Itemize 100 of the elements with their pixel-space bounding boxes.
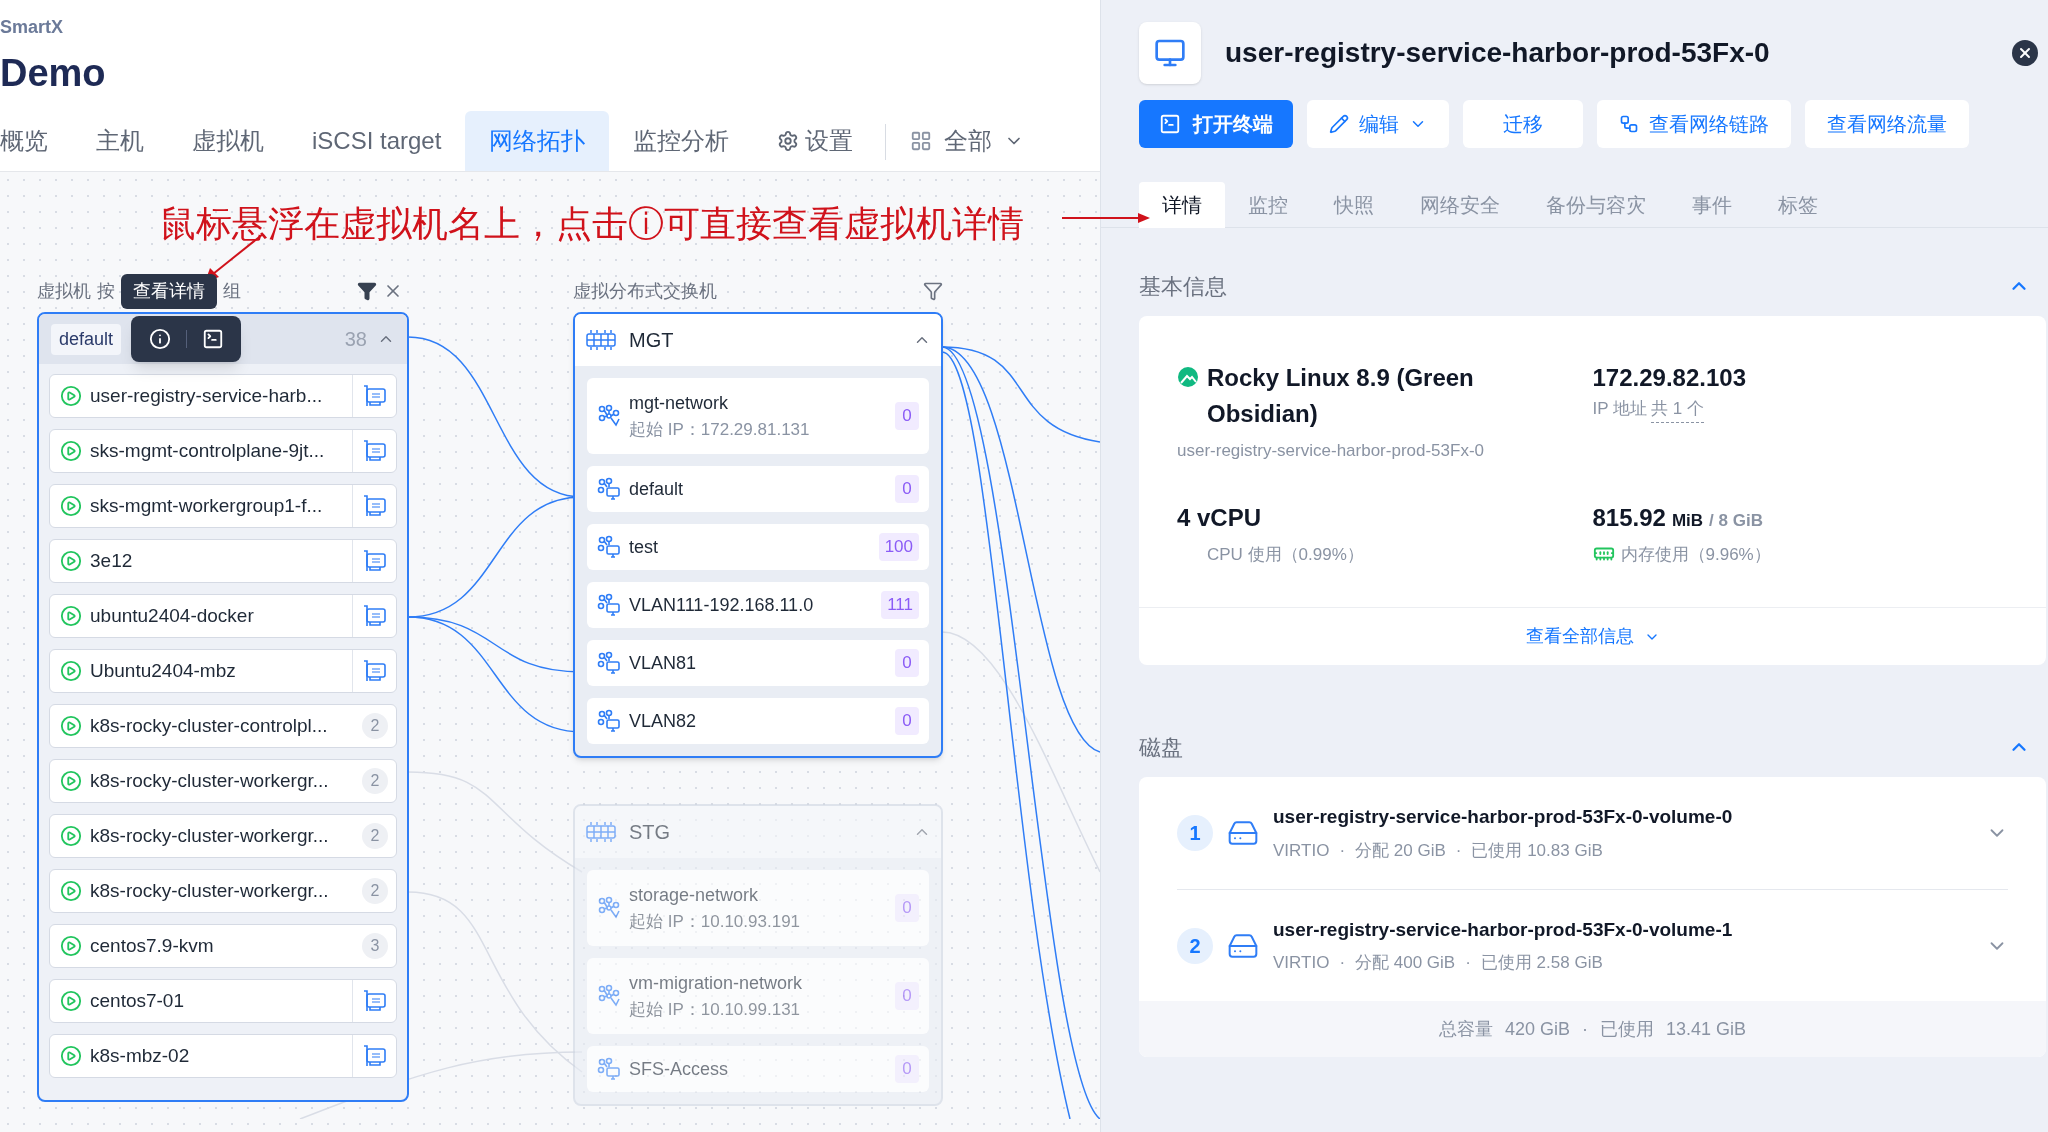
ip-address: 172.29.82.103 [1592,363,1747,393]
nic-count: 3 [362,933,388,959]
pencil-icon [1329,114,1349,134]
vm-item[interactable]: k8s-rocky-cluster-workergr... 2 [49,814,397,858]
running-icon [60,990,82,1012]
running-icon [60,495,82,517]
nav-tab[interactable]: 网络拓扑 [465,111,610,171]
vm-item[interactable]: sks-mgmt-workergroup1-f... [49,484,397,528]
page-title: Demo [0,54,107,92]
network-card-icon [361,439,388,463]
column-label: 组 [223,279,242,303]
vm-name: centos7.9-kvm [90,933,215,958]
vm-item[interactable]: k8s-rocky-cluster-controlpl... 2 [49,704,397,748]
info-icon[interactable] [148,328,171,350]
network-card-icon [361,549,388,573]
network-item[interactable]: VLAN82 0 [587,698,929,744]
action-button[interactable]: 查看网络链路 [1597,100,1791,148]
vm-item[interactable]: k8s-mbz-02 [49,1034,397,1078]
ip-count-link[interactable]: 共 1 个 [1651,396,1704,423]
vlan-count: 0 [895,894,919,922]
detail-tab[interactable]: 详情 [1139,182,1225,228]
switch-icon [585,820,617,844]
annotation-text: 鼠标悬浮在虚拟机名上，点击ⓘ可直接查看虚拟机详情 [160,206,1024,242]
network-item[interactable]: test 100 [587,524,929,570]
running-icon [60,770,82,792]
used-label: 已使用 [1600,1017,1654,1041]
open-terminal-button[interactable]: 打开终端 [1139,100,1293,148]
nic-count: 2 [362,768,388,794]
network-monitor-icon [597,535,621,559]
total-value: 420 GiB [1504,1017,1570,1041]
network-item[interactable]: VLAN111-192.168.11.0 111 [587,582,929,628]
start-ip: 起始 IP：10.10.99.131 [629,998,802,1021]
rocky-logo [1177,366,1199,388]
link-icon [1619,114,1639,134]
nav-tab[interactable]: iSCSI target [288,111,466,171]
network-item[interactable]: mgt-network 起始 IP：172.29.81.131 0 [587,378,929,454]
vlan-count: 0 [895,707,919,735]
disk-name: user-registry-service-harbor-prod-53Fx-0-volume-0 [1273,805,1734,829]
memory-unit: MiB [1671,509,1704,532]
switch-header[interactable]: STG [575,806,941,858]
scope-dropdown[interactable]: 全部 [894,111,1041,171]
separator-dot: · [1455,839,1462,862]
network-name: VLAN81 [629,651,698,675]
action-button[interactable]: 编辑 [1307,100,1449,148]
memory-total: / 8 GiB [1709,509,1763,532]
nav-tab[interactable]: 设置 [753,111,878,171]
disk-meta: 分配 20 GiB [1355,839,1446,862]
filter-icon[interactable] [357,281,377,301]
vm-title: user-registry-service-harbor-prod-53Fx-0 [1225,36,1771,70]
network-item[interactable]: default 0 [587,466,929,512]
brand-name: SmartX [0,18,65,36]
vm-item[interactable]: sks-mgmt-controlplane-9jt... [49,429,397,473]
nav-tab[interactable]: 虚拟机 [168,111,288,171]
vm-item[interactable]: centos7-01 [49,979,397,1023]
network-item[interactable]: VLAN81 0 [587,640,929,686]
nic-count: 2 [362,823,388,849]
used-value: 13.41 GiB [1666,1017,1747,1041]
os-name: Rocky Linux 8.9 (Green Obsidian) [1207,363,1475,429]
filter-icon[interactable] [923,281,943,301]
terminal-icon[interactable] [201,328,224,350]
network-item[interactable]: vm-migration-network 起始 IP：10.10.99.131 0 [587,958,929,1034]
vm-item[interactable]: ubuntu2404-docker [49,594,397,638]
separator-dot: · [1339,952,1346,974]
vm-name: k8s-rocky-cluster-workergr... [90,878,330,903]
ip-caption: IP 地址 [1592,398,1647,420]
nav-tab[interactable]: 概览 [0,111,72,171]
network-item[interactable]: SFS-Access 0 [587,1046,929,1092]
vm-name: Ubuntu2404-mbz [90,658,237,683]
action-button[interactable]: 迁移 [1463,100,1583,148]
running-icon [60,715,82,737]
close-icon [2017,45,2033,61]
network-nodes-icon [597,896,621,920]
action-button[interactable]: 查看网络流量 [1805,100,1969,148]
vm-item[interactable]: user-registry-service-harb... [49,374,397,418]
show-all-link[interactable]: 查看全部信息 [1525,623,1660,650]
column-label: 虚拟分布式交换机 [573,279,717,303]
network-card-icon [361,604,388,628]
column-label: 按 [97,279,115,303]
start-ip: 起始 IP：172.29.81.131 [629,418,811,441]
network-card-icon [361,494,388,518]
vm-item[interactable]: centos7.9-kvm 3 [49,924,397,968]
running-icon [60,660,82,682]
nav-tab[interactable]: 监控分析 [609,111,754,171]
switch-header[interactable]: MGT [575,314,941,366]
vm-count: 38 [344,327,367,352]
vm-item[interactable]: k8s-rocky-cluster-workergr... 2 [49,869,397,913]
vm-item[interactable]: 3e12 [49,539,397,583]
vm-item[interactable]: k8s-rocky-cluster-workergr... 2 [49,759,397,803]
vm-name: k8s-mbz-02 [90,1043,191,1068]
vm-item[interactable]: Ubuntu2404-mbz [49,649,397,693]
network-item[interactable]: storage-network 起始 IP：10.10.93.191 0 [587,870,929,946]
close-button[interactable] [2012,40,2038,66]
network-monitor-icon [597,709,621,733]
vlan-count: 100 [878,533,919,561]
nav-tab[interactable]: 主机 [72,111,168,171]
network-monitor-icon [597,477,621,501]
disk-meta: 已使用 2.58 GiB [1480,952,1603,974]
vlan-count: 0 [895,475,919,503]
running-icon [60,1045,82,1067]
memory-usage: 内存使用（9.96%） [1620,543,1771,566]
